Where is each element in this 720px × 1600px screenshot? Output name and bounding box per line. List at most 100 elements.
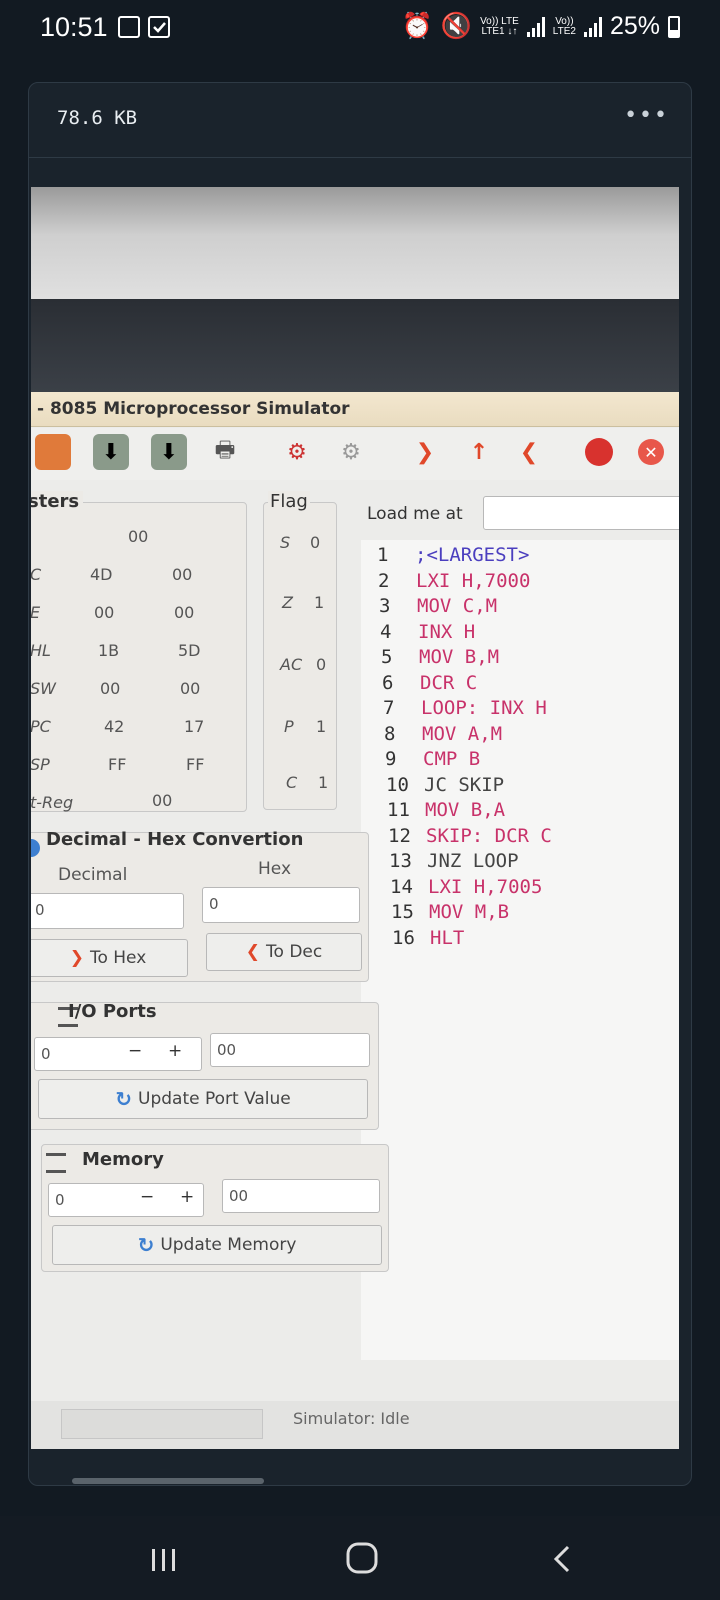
flag-row: C 1: [286, 773, 329, 792]
hex-input[interactable]: 0: [202, 887, 360, 923]
register-row: C 4D 00: [31, 565, 193, 584]
toolbar: ⬇ ⬇ 🖶 ⚙ ⚙ ❯ ↑ ❮ ✕: [31, 428, 679, 480]
to-dec-button[interactable]: ❮ To Dec: [206, 933, 362, 971]
status-strip: Simulator: Idle: [31, 1401, 679, 1449]
alarm-icon: ⏰: [401, 12, 433, 40]
to-hex-button[interactable]: ❯ To Hex: [31, 939, 188, 977]
port-data-input[interactable]: 00: [210, 1033, 370, 1067]
flags-panel: Flag S 0 Z 1 AC 0 P 1 C 1: [263, 491, 337, 810]
line-number: 14: [390, 875, 413, 898]
flag-row: AC 0: [280, 655, 327, 674]
window-title: - 8085 Microprocessor Simulator: [37, 399, 350, 419]
code-line: 6 DCR C: [382, 672, 477, 694]
viewer-header: 78.6 KB •••: [29, 83, 691, 158]
memory-panel: Memory 0 − + 00 ↻ Update Memory: [41, 1144, 389, 1272]
update-memory-button[interactable]: ↻ Update Memory: [52, 1225, 382, 1265]
register-row: E 00 00: [31, 603, 195, 622]
line-code: LXI H,7000: [416, 569, 531, 592]
int-reg-label: t-Reg: [31, 793, 74, 812]
line-number: 9: [385, 748, 397, 770]
save-icon[interactable]: ⬇: [151, 434, 187, 470]
code-line: 13 JNZ LOOP: [389, 850, 519, 872]
recent-apps-button[interactable]: [150, 1546, 178, 1578]
battery-percent: 25%: [609, 12, 660, 40]
update-port-button[interactable]: ↻ Update Port Value: [38, 1079, 368, 1119]
file-size: 78.6 KB: [57, 107, 138, 129]
close-icon[interactable]: ✕: [633, 434, 669, 470]
step-up-icon[interactable]: ↑: [461, 434, 497, 470]
settings-icon[interactable]: ⚙: [333, 434, 369, 470]
line-code: MOV A,M: [422, 722, 503, 745]
flag-row: Z 1: [282, 593, 325, 612]
line-number: 7: [383, 697, 395, 719]
load-address-input[interactable]: [483, 496, 679, 530]
port-increment-button[interactable]: +: [168, 1041, 182, 1061]
line-number: 8: [384, 722, 396, 745]
record-icon[interactable]: [581, 434, 617, 470]
download-icon[interactable]: ⬇: [93, 434, 129, 470]
decimal-input[interactable]: 0: [31, 893, 184, 929]
background-wall: [31, 187, 679, 307]
memory-title: Memory: [82, 1149, 164, 1170]
code-line: 10 JC SKIP: [386, 774, 504, 796]
register-row: SW 00 00: [31, 679, 201, 698]
memory-decrement-button[interactable]: −: [140, 1187, 154, 1207]
conversion-panel: Decimal - Hex Convertion Decimal Hex 0 0…: [31, 829, 369, 982]
network-1-indicator: Vo)) LTE LTE1 ↓↑: [480, 15, 519, 37]
step-back-icon[interactable]: ❮: [511, 434, 547, 470]
flags-title: Flag: [268, 491, 310, 512]
code-line: 16 HLT: [392, 927, 464, 949]
load-address-label: Load me at: [367, 504, 463, 524]
arrow-left-icon: ❮: [245, 942, 261, 962]
register-row: PC 42 17: [31, 717, 205, 736]
step-forward-icon[interactable]: ❯: [407, 434, 443, 470]
refresh-icon: ↻: [115, 1087, 132, 1111]
print-icon[interactable]: 🖶: [207, 434, 243, 470]
line-number: 10: [386, 773, 409, 796]
code-line: 11 MOV B,A: [387, 799, 505, 821]
line-code: SKIP: DCR C: [426, 824, 552, 847]
memory-increment-button[interactable]: +: [180, 1187, 194, 1207]
code-line: 2 LXI H,7000: [378, 570, 530, 592]
mute-icon: 🔇: [440, 12, 473, 40]
port-decrement-button[interactable]: −: [128, 1041, 142, 1061]
signal-1-icon: [526, 16, 545, 37]
line-code: LXI H,7005: [428, 875, 543, 898]
horizontal-scrollbar[interactable]: [72, 1478, 264, 1484]
memory-data-input[interactable]: 00: [222, 1179, 380, 1213]
register-row: HL 1B 5D: [31, 641, 201, 660]
line-number: 15: [391, 901, 414, 923]
line-number: 4: [380, 620, 392, 643]
code-line: 4 INX H: [380, 621, 475, 643]
open-file-icon[interactable]: [35, 434, 71, 470]
list-icon: [46, 1153, 66, 1173]
line-number: 2: [378, 569, 390, 592]
registers-title: sters: [31, 491, 84, 512]
assemble-icon[interactable]: ⚙: [279, 434, 315, 470]
line-number: 16: [392, 926, 415, 949]
gallery-notification-icon: [118, 16, 140, 38]
code-line: 12 SKIP: DCR C: [388, 825, 552, 847]
line-code: HLT: [430, 926, 465, 949]
code-line: 15 MOV M,B: [391, 901, 509, 923]
photo: - 8085 Microprocessor Simulator ⬇ ⬇ 🖶 ⚙ …: [31, 187, 679, 1449]
status-icons: ⏰ 🔇 Vo)) LTE LTE1 ↓↑ Vo)) LTE2 25%: [402, 12, 680, 41]
home-button[interactable]: [346, 1542, 378, 1578]
line-number: 11: [387, 799, 410, 821]
conversion-title: Decimal - Hex Convertion: [46, 829, 304, 850]
back-button[interactable]: [552, 1544, 572, 1578]
io-ports-title: I/O Ports: [68, 1001, 157, 1022]
status-bar: 10:51 ⏰ 🔇 Vo)) LTE LTE1 ↓↑ Vo)) LTE2 25%: [0, 0, 720, 58]
line-code: MOV M,B: [429, 901, 510, 923]
line-code: INX H: [418, 620, 476, 643]
code-editor[interactable]: 1 ;<LARGEST> 2 LXI H,7000 3 MOV C,M 4 INX H 5 MOV…: [361, 540, 679, 1360]
more-options-button[interactable]: •••: [624, 103, 669, 128]
network-2-indicator: Vo)) LTE2: [552, 15, 576, 37]
clock: 10:51: [40, 12, 108, 42]
line-number: 13: [389, 850, 412, 872]
line-code: CMP B: [423, 748, 481, 770]
line-code: LOOP: INX H: [421, 697, 547, 719]
line-number: 12: [388, 824, 411, 847]
line-number: 5: [381, 646, 393, 668]
line-code: MOV B,M: [419, 646, 500, 668]
